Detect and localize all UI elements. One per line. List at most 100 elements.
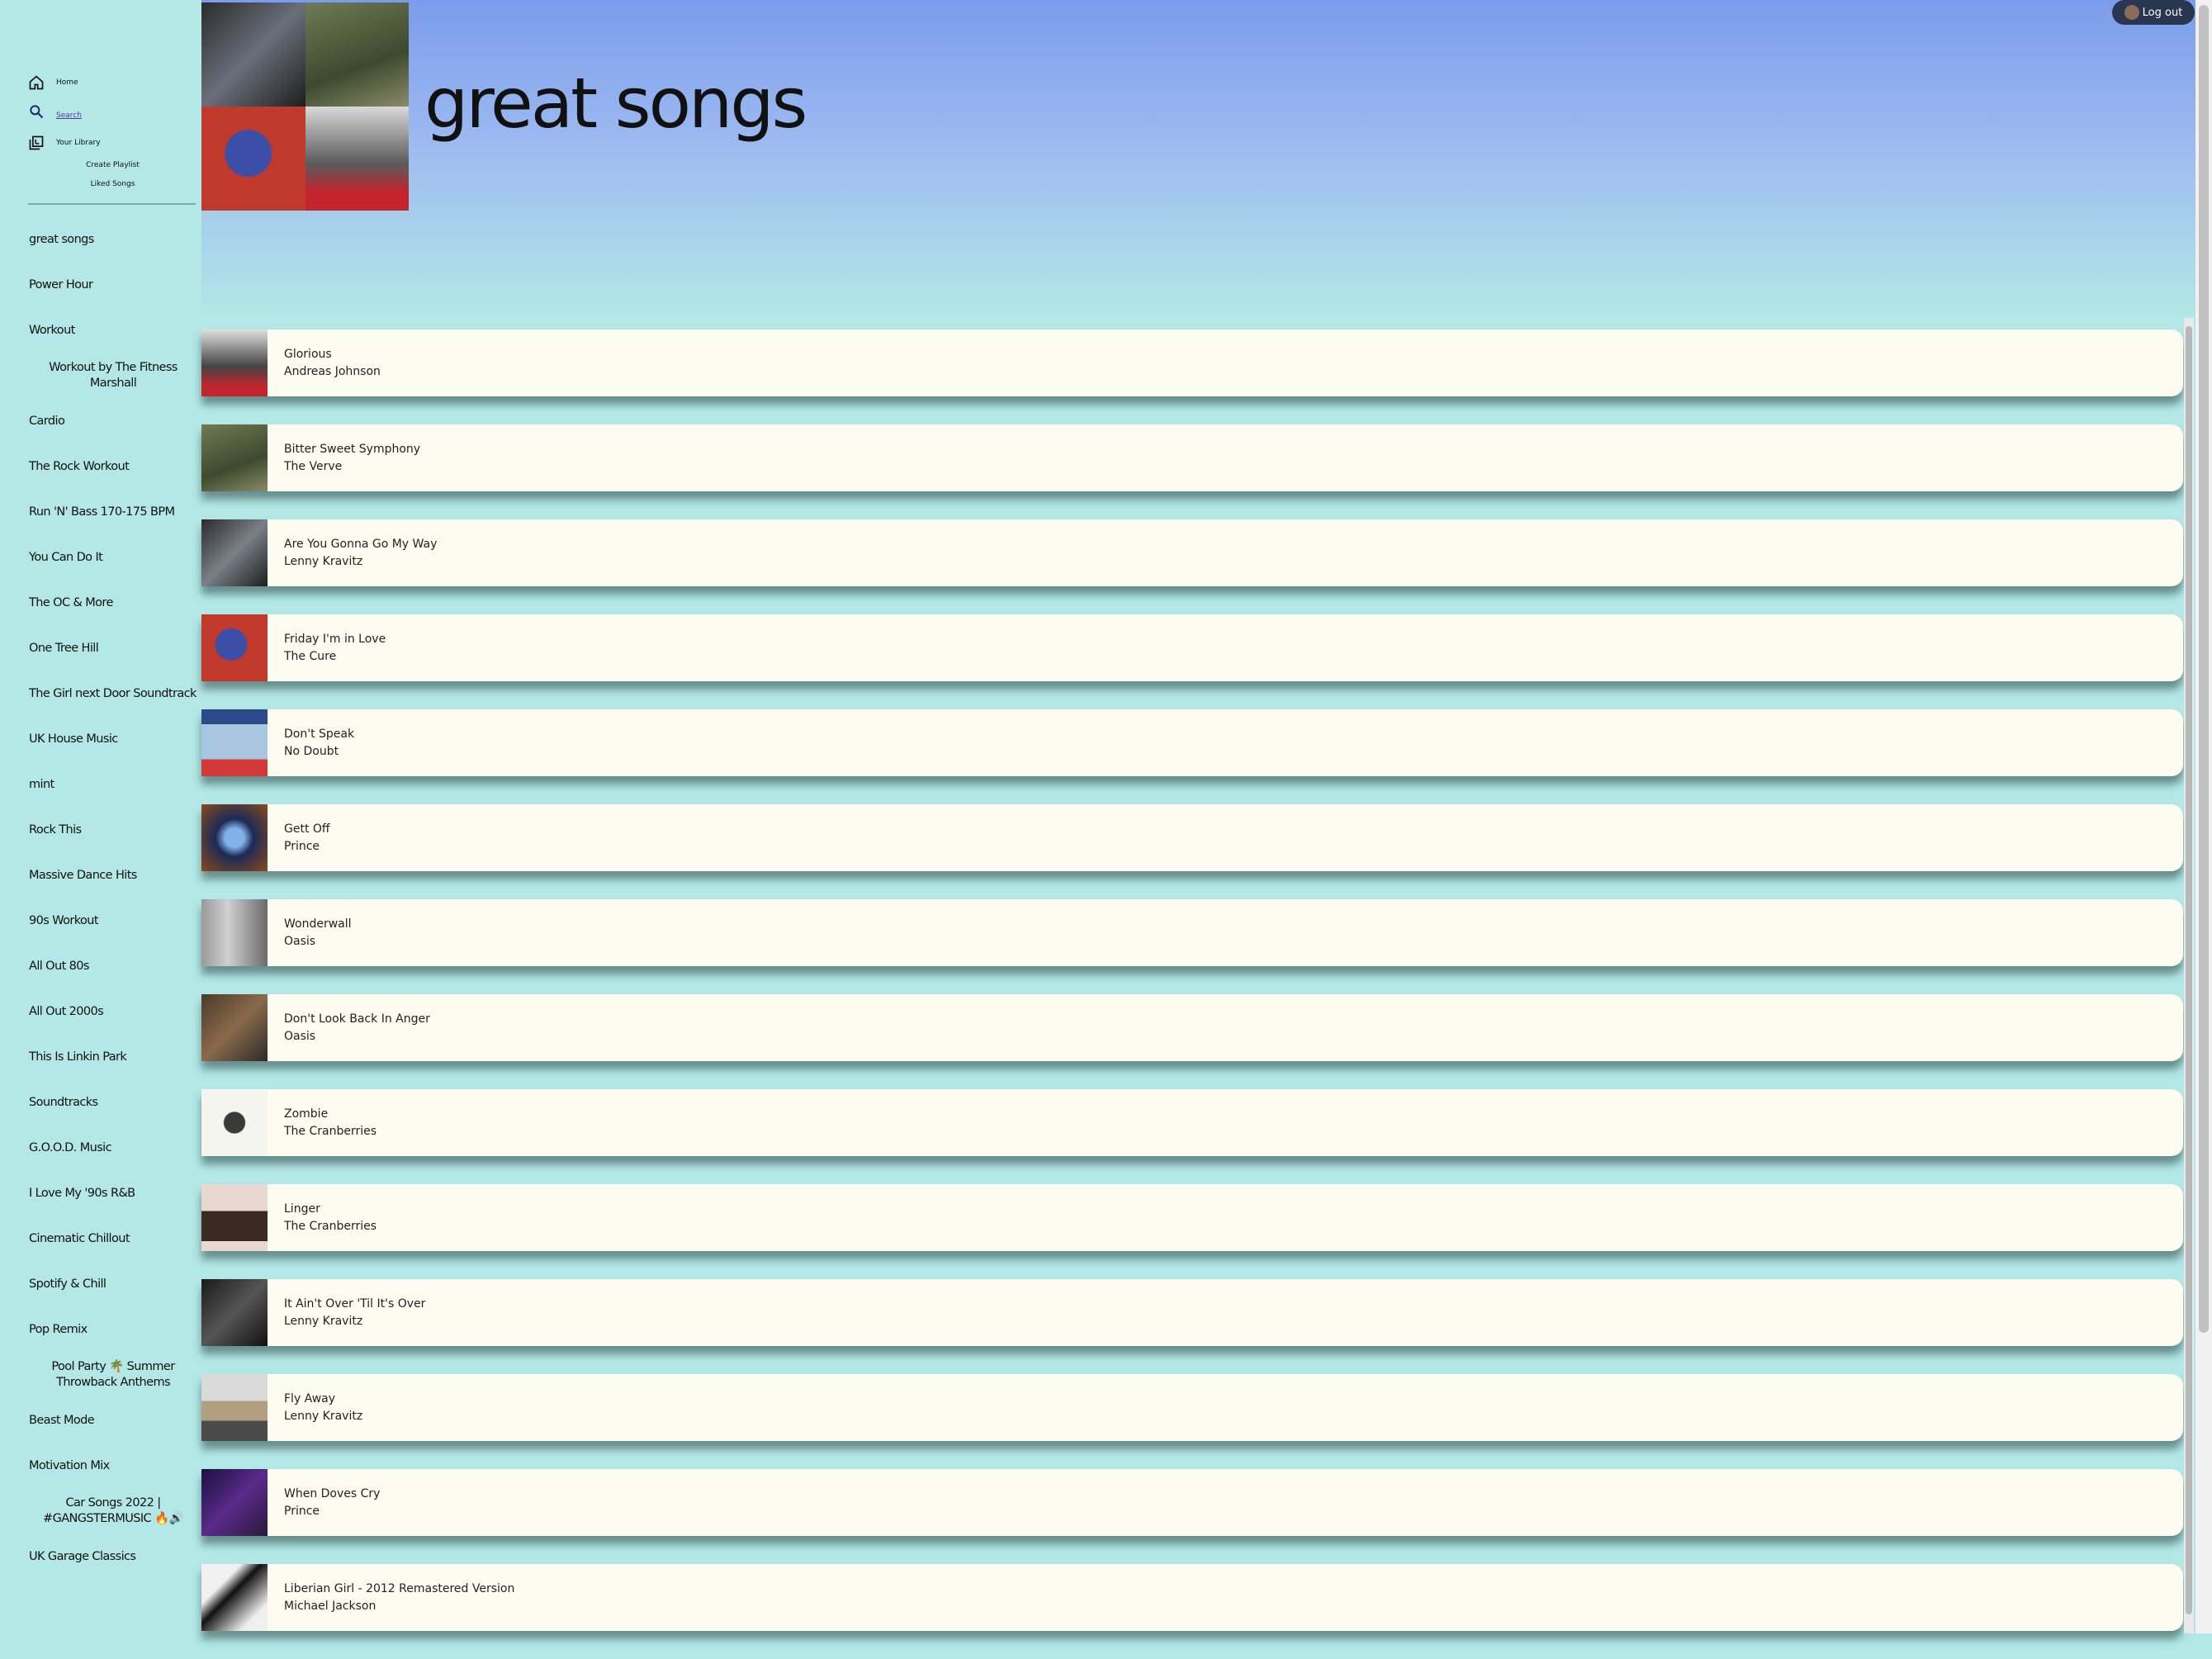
track-row[interactable]: Friday I'm in Love The Cure <box>201 614 2183 681</box>
playlist-item[interactable]: I Love My '90s R&B <box>0 1170 201 1216</box>
track-title: Linger <box>284 1202 320 1216</box>
liked-songs-link[interactable]: Liked Songs <box>28 180 197 188</box>
nav-library[interactable]: Your Library <box>28 135 101 151</box>
track-artist: Prince <box>284 1504 320 1518</box>
track-row[interactable]: Are You Gonna Go My Way Lenny Kravitz <box>201 519 2183 586</box>
playlist-item[interactable]: The Rock Workout <box>0 443 201 489</box>
logout-button[interactable]: Log out <box>2112 0 2195 25</box>
playlist-item[interactable]: Spotify & Chill <box>0 1261 201 1306</box>
track-list: Glorious Andreas Johnson Bitter Sweet Sym… <box>201 329 2183 1659</box>
track-title: Don't Look Back In Anger <box>284 1012 430 1026</box>
playlist-item[interactable]: great songs <box>0 216 201 262</box>
page-title: great songs <box>424 63 808 144</box>
track-artist: No Doubt <box>284 744 339 758</box>
album-art <box>201 519 268 586</box>
playlist-item[interactable]: This Is Linkin Park <box>0 1034 201 1079</box>
nav-home[interactable]: Home <box>28 74 78 91</box>
track-row[interactable]: Fly Away Lenny Kravitz <box>201 1374 2183 1441</box>
playlist-item[interactable]: Rock This <box>0 807 201 852</box>
playlist-item[interactable]: UK Garage Classics <box>0 1533 201 1579</box>
album-art <box>201 899 268 966</box>
sidebar: Home Search Your Library Create Playlist… <box>0 0 201 1633</box>
track-artist: Lenny Kravitz <box>284 1314 363 1328</box>
page-scroll-thumb[interactable] <box>2199 5 2209 1333</box>
track-title: Fly Away <box>284 1391 336 1405</box>
track-row[interactable]: Gett Off Prince <box>201 804 2183 871</box>
track-row[interactable]: Bitter Sweet Symphony The Verve <box>201 424 2183 491</box>
track-title: Glorious <box>284 347 332 361</box>
album-cover <box>305 107 409 211</box>
sidebar-divider <box>28 203 196 205</box>
track-row[interactable]: Zombie The Cranberries <box>201 1089 2183 1156</box>
track-row[interactable]: Linger The Cranberries <box>201 1184 2183 1251</box>
playlist-item[interactable]: G.O.O.D. Music <box>0 1125 201 1170</box>
album-art <box>201 994 268 1061</box>
logout-label: Log out <box>2142 6 2183 19</box>
track-title: When Doves Cry <box>284 1486 381 1500</box>
playlist-item[interactable]: Workout <box>0 307 201 353</box>
album-art <box>201 1564 268 1631</box>
track-title: Don't Speak <box>284 727 355 741</box>
nav-search[interactable]: Search <box>28 103 82 120</box>
playlist-item[interactable]: Motivation Mix <box>0 1443 201 1488</box>
track-title: Wonderwall <box>284 917 352 931</box>
track-artist: Oasis <box>284 1029 316 1043</box>
track-title: Friday I'm in Love <box>284 632 386 646</box>
avatar <box>2124 5 2139 20</box>
track-artist: Oasis <box>284 934 316 948</box>
track-artist: Michael Jackson <box>284 1599 377 1613</box>
track-row[interactable]: It Ain't Over 'Til It's Over Lenny Kravit… <box>201 1279 2183 1346</box>
playlist-item[interactable]: You Can Do It <box>0 534 201 580</box>
playlist-item[interactable]: Soundtracks <box>0 1079 201 1125</box>
album-art <box>201 1279 268 1346</box>
track-artist: The Cranberries <box>284 1124 377 1138</box>
playlist-item[interactable]: Workout by The Fitness Marshall <box>0 353 201 398</box>
playlist-item[interactable]: Massive Dance Hits <box>0 852 201 898</box>
album-art <box>201 329 268 396</box>
playlist-item[interactable]: The Girl next Door Soundtrack <box>0 671 201 716</box>
playlist-item[interactable]: Beast Mode <box>0 1397 201 1443</box>
album-art <box>201 804 268 871</box>
playlist-item[interactable]: Cinematic Chillout <box>0 1216 201 1261</box>
nav-home-label: Home <box>56 78 78 87</box>
track-row[interactable]: Wonderwall Oasis <box>201 899 2183 966</box>
track-artist: The Verve <box>284 459 343 473</box>
track-artist: The Cranberries <box>284 1219 377 1233</box>
album-art <box>201 1469 268 1536</box>
playlist-item[interactable]: One Tree Hill <box>0 625 201 671</box>
track-row[interactable]: When Doves Cry Prince <box>201 1469 2183 1536</box>
track-row[interactable]: Liberian Girl - 2012 Remastered Version M… <box>201 1564 2183 1631</box>
album-art <box>201 1184 268 1251</box>
create-playlist-link[interactable]: Create Playlist <box>28 161 197 169</box>
playlist-item[interactable]: UK House Music <box>0 716 201 761</box>
playlist-item[interactable]: mint <box>0 761 201 807</box>
playlist-item[interactable]: Pop Remix <box>0 1306 201 1352</box>
playlist-item[interactable]: Car Songs 2022 | #GANGSTERMUSIC 🔥🔊 <box>0 1488 201 1533</box>
playlist-item[interactable]: Run 'N' Bass 170-175 BPM <box>0 489 201 534</box>
playlist-item[interactable]: Pool Party 🌴 Summer Throwback Anthems <box>0 1352 201 1397</box>
playlist-item[interactable]: Power Hour <box>0 262 201 307</box>
track-row[interactable]: Don't Look Back In Anger Oasis <box>201 994 2183 1061</box>
track-list-scroll-thumb[interactable] <box>2186 326 2192 1614</box>
playlist-item[interactable]: All Out 80s <box>0 943 201 988</box>
playlist-item[interactable]: 90s Workout <box>0 898 201 943</box>
track-title: Liberian Girl - 2012 Remastered Version <box>284 1581 515 1595</box>
playlist-item[interactable]: All Out 2000s <box>0 988 201 1034</box>
album-art <box>201 1374 268 1441</box>
playlist-item[interactable]: Cardio <box>0 398 201 443</box>
album-art <box>201 614 268 681</box>
album-art <box>201 709 268 776</box>
track-row[interactable]: Don't Speak No Doubt <box>201 709 2183 776</box>
track-artist: Lenny Kravitz <box>284 554 363 568</box>
album-cover <box>305 2 409 107</box>
album-cover <box>201 2 306 107</box>
track-title: Are You Gonna Go My Way <box>284 537 438 551</box>
playlist-item[interactable]: The OC & More <box>0 580 201 625</box>
track-row[interactable]: Glorious Andreas Johnson <box>201 329 2183 396</box>
track-title: Zombie <box>284 1107 329 1121</box>
nav-search-label: Search <box>56 111 82 120</box>
album-art <box>201 424 268 491</box>
track-artist: Andreas Johnson <box>284 364 381 378</box>
track-artist: Prince <box>284 839 320 853</box>
search-icon <box>28 103 45 120</box>
